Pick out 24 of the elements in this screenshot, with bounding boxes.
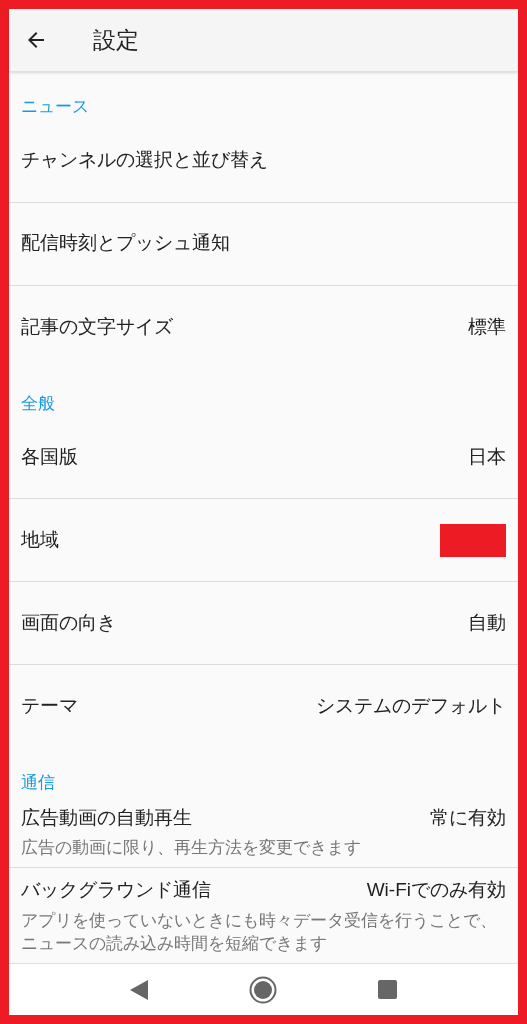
- setting-value: 標準: [468, 314, 506, 339]
- back-triangle-icon[interactable]: [129, 979, 148, 1000]
- setting-label[interactable]: チャンネルの選択と並び替え: [21, 146, 268, 175]
- setting-description: 広告の動画に限り、再生方法を変更できます: [21, 837, 362, 859]
- setting-value: Wi-Fiでのみ有効: [366, 878, 506, 902]
- section-title: 通信: [20, 772, 56, 794]
- page-title: 設定: [93, 25, 139, 55]
- setting-value: 自動: [468, 610, 506, 635]
- setting-value: 常に有効: [430, 805, 506, 830]
- setting-description: アプリを使っていないときにも時々データ受信を行うことで、ニュースの読み込み時間を短縮できます: [21, 909, 498, 955]
- setting-label[interactable]: 画面の向き: [21, 608, 116, 638]
- setting-label[interactable]: テーマ: [21, 692, 78, 721]
- setting-label[interactable]: 地域: [21, 525, 59, 555]
- home-circle-icon[interactable]: [249, 975, 277, 1004]
- recents-square-icon[interactable]: [378, 980, 398, 999]
- setting-label[interactable]: 各国版: [21, 442, 78, 472]
- setting-label[interactable]: バックグラウンド通信: [21, 876, 211, 905]
- setting-label[interactable]: 配信時刻とプッシュ通知: [21, 229, 230, 258]
- section-title: 全般: [20, 392, 56, 415]
- setting-value: システムのデフォルト: [316, 694, 506, 719]
- setting-label[interactable]: 広告動画の自動再生: [21, 803, 192, 832]
- setting-label[interactable]: 記事の文字サイズ: [21, 312, 173, 342]
- section-title: ニュース: [20, 96, 90, 118]
- setting-value: 日本: [468, 444, 506, 469]
